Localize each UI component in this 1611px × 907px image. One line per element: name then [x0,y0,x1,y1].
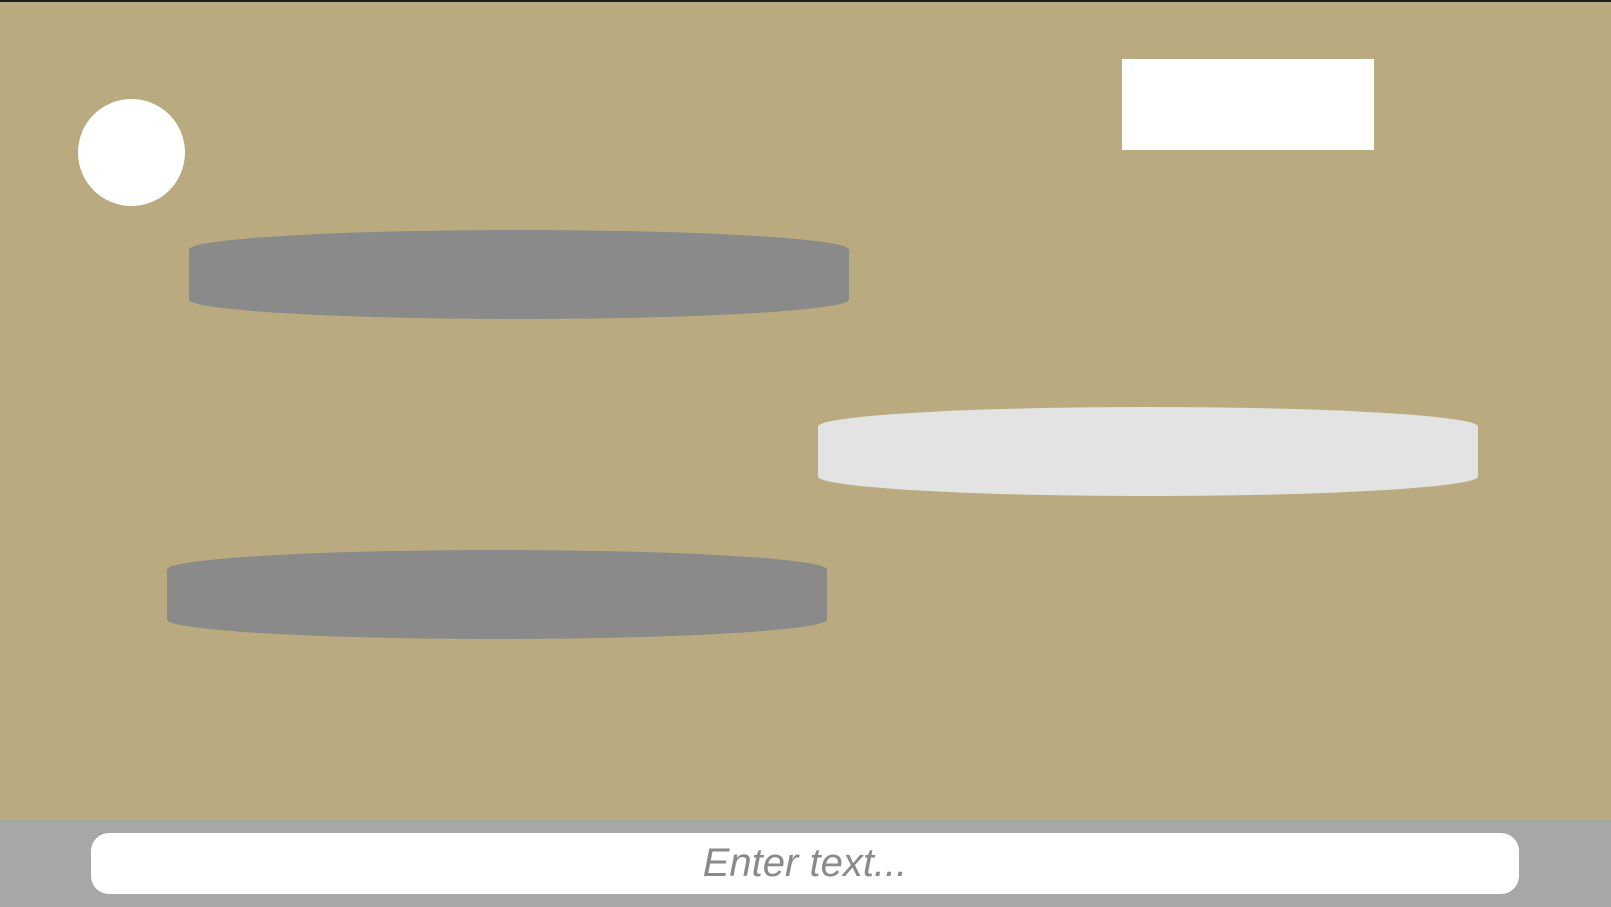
message-bubble-incoming [167,550,827,639]
message-bubble-outgoing [818,407,1478,496]
avatar [78,99,185,206]
message-input-bar [0,820,1611,907]
message-input[interactable] [91,833,1519,894]
header-box [1122,59,1374,150]
chat-area[interactable] [0,2,1611,820]
message-bubble-incoming [189,230,849,319]
chat-screen [0,0,1611,907]
